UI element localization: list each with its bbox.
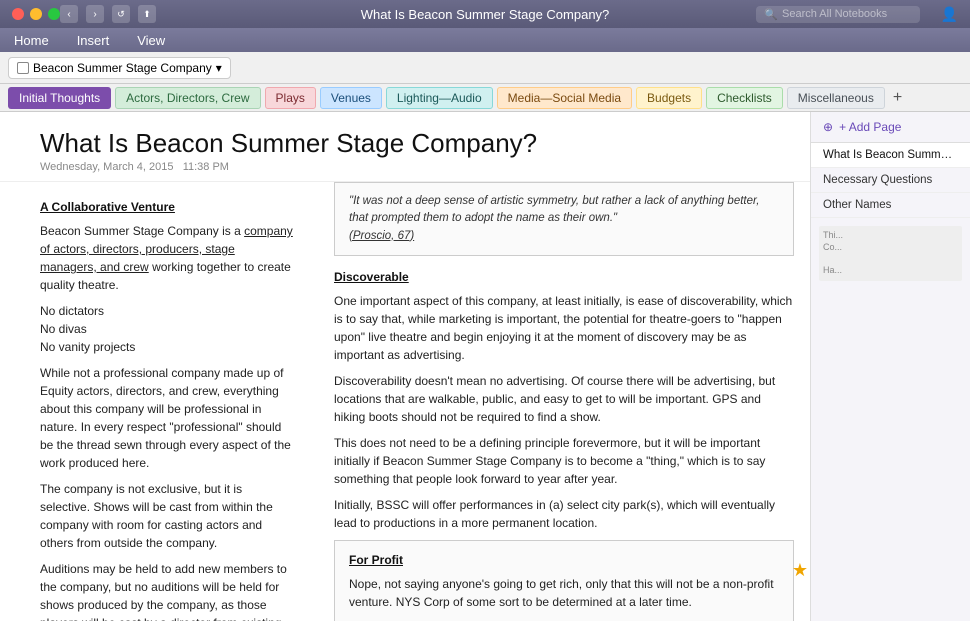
left-p2: While not a professional company made up… [40, 364, 294, 472]
add-page-button[interactable]: ⊕ + Add Page [811, 112, 970, 143]
sidebar-thumbnail-1: Thi...Co...Ha... [811, 222, 970, 285]
star-sidebar-icon: ★ [792, 560, 808, 581]
tab-actors[interactable]: Actors, Directors, Crew [115, 87, 260, 109]
right-p1: One important aspect of this company, at… [334, 292, 794, 364]
notebook-checkbox [17, 62, 29, 74]
minimize-button[interactable] [30, 8, 42, 20]
nav-refresh-button[interactable]: ↺ [112, 5, 130, 23]
right-p2: Discoverability doesn't mean no advertis… [334, 372, 794, 426]
quote-text: "It was not a deep sense of artistic sym… [349, 195, 759, 224]
tab-plays[interactable]: Plays [265, 87, 316, 109]
section-forprofit-heading: For Profit [349, 551, 779, 569]
add-page-label: + Add Page [839, 120, 901, 134]
nav-back-button[interactable]: ‹ [60, 5, 78, 23]
tab-budgets[interactable]: Budgets [636, 87, 702, 109]
tab-media[interactable]: Media—Social Media [497, 87, 632, 109]
sidebar: ⊕ + Add Page What Is Beacon Summer... Ne… [810, 112, 970, 621]
sidebar-item-other-names[interactable]: Other Names [811, 193, 970, 218]
right-p4: Initially, BSSC will offer performances … [334, 496, 794, 532]
quote-box: "It was not a deep sense of artistic sym… [334, 182, 794, 256]
nav-buttons: ‹ › ↺ ⬆ [60, 5, 156, 23]
sidebar-item-necessary[interactable]: Necessary Questions [811, 168, 970, 193]
notebook-bar: Beacon Summer Stage Company ▾ [0, 52, 970, 84]
page-title: What Is Beacon Summer Stage Company? [40, 128, 786, 159]
two-column-layout: A Collaborative Venture Beacon Summer St… [0, 182, 810, 621]
menu-home[interactable]: Home [10, 31, 53, 50]
quote-citation: (Proscio, 67) [349, 230, 414, 242]
search-input[interactable] [782, 8, 912, 20]
tab-venues[interactable]: Venues [320, 87, 382, 109]
menu-view[interactable]: View [133, 31, 169, 50]
search-bar[interactable]: 🔍 [756, 6, 920, 23]
tab-miscellaneous[interactable]: Miscellaneous [787, 87, 885, 109]
notebook-title: Beacon Summer Stage Company [33, 61, 212, 75]
left-p3: The company is not exclusive, but it is … [40, 480, 294, 552]
sidebar-item-what-is[interactable]: What Is Beacon Summer... [811, 143, 970, 168]
section-collaborative-heading: A Collaborative Venture [40, 198, 294, 216]
left-p4: Auditions may be held to add new members… [40, 560, 294, 621]
content-area: What Is Beacon Summer Stage Company? Wed… [0, 112, 810, 621]
notebook-selector[interactable]: Beacon Summer Stage Company ▾ [8, 57, 231, 79]
title-bar: ‹ › ↺ ⬆ What Is Beacon Summer Stage Comp… [0, 0, 970, 28]
page-title-area: What Is Beacon Summer Stage Company? Wed… [0, 112, 810, 182]
tabs-bar: Initial Thoughts Actors, Directors, Crew… [0, 84, 970, 112]
notebook-dropdown-icon: ▾ [216, 61, 222, 75]
add-page-icon: ⊕ [823, 120, 833, 134]
maximize-button[interactable] [48, 8, 60, 20]
right-forprofit-p1: Nope, not saying anyone's going to get r… [349, 575, 779, 611]
left-column: A Collaborative Venture Beacon Summer St… [0, 182, 310, 621]
left-list: No dictatorsNo divasNo vanity projects [40, 302, 294, 356]
account-button[interactable]: 👤 [941, 6, 958, 23]
nav-forward-button[interactable]: › [86, 5, 104, 23]
window-title: What Is Beacon Summer Stage Company? [361, 7, 610, 22]
section-discoverable-heading: Discoverable [334, 268, 794, 286]
window-controls [12, 8, 60, 20]
tab-initial-thoughts[interactable]: Initial Thoughts [8, 87, 111, 109]
tab-checklists[interactable]: Checklists [706, 87, 783, 109]
tab-lighting[interactable]: Lighting—Audio [386, 87, 493, 109]
menu-bar: Home Insert View [0, 28, 970, 52]
right-column: "It was not a deep sense of artistic sym… [310, 182, 810, 621]
menu-insert[interactable]: Insert [73, 31, 114, 50]
search-icon: 🔍 [764, 8, 778, 21]
close-button[interactable] [12, 8, 24, 20]
for-profit-section: For Profit Nope, not saying anyone's goi… [334, 540, 794, 621]
add-tab-button[interactable]: + [889, 89, 906, 107]
nav-share-button[interactable]: ⬆ [138, 5, 156, 23]
left-p1: Beacon Summer Stage Company is a company… [40, 222, 294, 294]
main-layout: What Is Beacon Summer Stage Company? Wed… [0, 112, 970, 621]
page-date: Wednesday, March 4, 2015 11:38 PM [40, 161, 786, 173]
right-p3: This does not need to be a defining prin… [334, 434, 794, 488]
